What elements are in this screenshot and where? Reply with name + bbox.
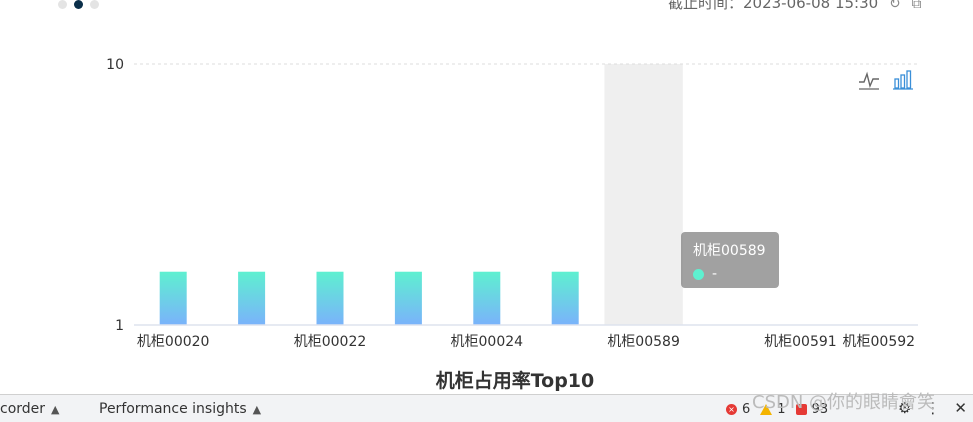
bar xyxy=(394,271,422,325)
tooltip-title: 机柜00589 xyxy=(693,243,766,259)
flask-icon: ▲ xyxy=(51,403,60,416)
bar xyxy=(238,271,266,325)
bar xyxy=(159,271,187,325)
bar-chart: 10 1 机柜00020 机柜00022 机柜00024 机柜00589 机柜00591 机柜… xyxy=(106,57,918,350)
chart-toolbox xyxy=(858,70,921,94)
error-count: 6 xyxy=(742,401,751,417)
x-tick-label: 机柜00024 xyxy=(451,334,524,350)
y-tick-label: 1 xyxy=(115,318,124,334)
axis-pointer-shadow xyxy=(604,64,683,325)
chart-tooltip: 机柜00589 - xyxy=(681,232,779,288)
close-icon[interactable]: ✕ xyxy=(954,399,967,417)
x-tick-label: 机柜00020 xyxy=(137,334,210,350)
line-chart-icon[interactable] xyxy=(858,70,880,94)
watermark: CSDN @你的眼睛會笑 xyxy=(752,392,936,413)
x-tick-label: 机柜00589 xyxy=(607,334,680,350)
bar-chart-icon[interactable] xyxy=(893,70,914,94)
bar xyxy=(473,271,501,325)
bar xyxy=(316,271,344,325)
x-tick-label: 机柜00591 xyxy=(764,334,837,350)
tab-recorder-label: corder xyxy=(0,401,46,417)
tooltip-marker xyxy=(693,268,704,280)
x-tick-label: 机柜00592 xyxy=(843,334,916,350)
tab-recorder[interactable]: corder ▲ xyxy=(0,401,60,417)
bar xyxy=(551,271,579,325)
y-tick-label: 10 xyxy=(106,57,124,73)
x-tick-label: 机柜00022 xyxy=(294,334,367,350)
tooltip-value: - xyxy=(712,266,718,282)
error-icon: × xyxy=(726,403,737,415)
tab-performance-insights[interactable]: Performance insights ▲ xyxy=(99,401,261,417)
tab-performance-label: Performance insights xyxy=(99,401,247,417)
flask-icon: ▲ xyxy=(252,403,262,416)
